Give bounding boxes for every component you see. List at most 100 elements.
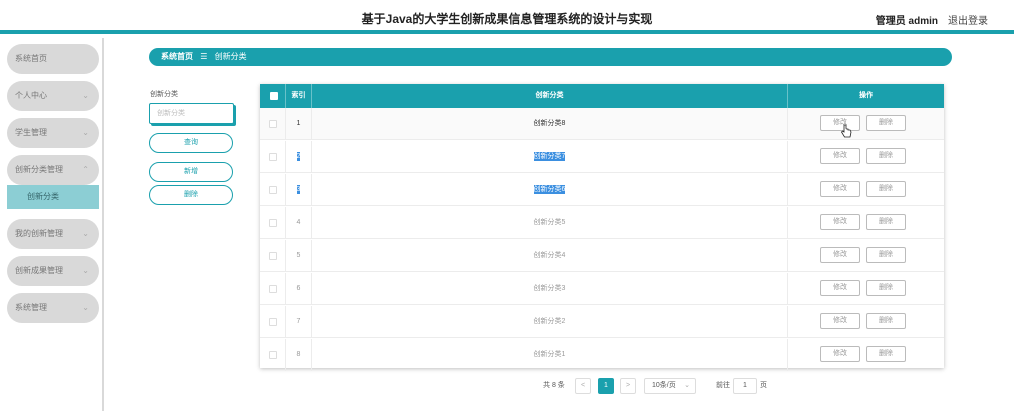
chevron-down-icon: ⌄ [82,266,89,275]
row-checkbox[interactable] [269,120,277,128]
search-label: 创新分类 [150,91,178,98]
edit-button[interactable]: 修改 [820,346,860,362]
table-row: 4 创新分类5 修改 删除 [260,207,944,239]
row-category: 创新分类5 [312,207,788,239]
breadcrumb-current: 创新分类 [214,52,247,61]
edit-button[interactable]: 修改 [820,280,860,296]
header-actions: 操作 [859,92,873,99]
row-actions: 修改 删除 [788,174,944,206]
select-all-checkbox[interactable] [270,92,278,100]
sidebar-item-category-management[interactable]: 创新分类管理 ⌃ [7,155,99,185]
breadcrumb: 系统首页 ☰ 创新分类 [149,48,952,66]
row-category-cell: 创新分类6 [312,174,788,206]
add-button[interactable]: 新增 [149,162,233,182]
sidebar-item-label: 创新成果管理 [15,266,63,275]
row-select-cell [260,207,286,239]
chevron-down-icon: ⌄ [684,382,690,389]
row-checkbox[interactable] [269,153,277,161]
sidebar-item-students[interactable]: 学生管理 ⌄ [7,118,99,148]
row-select-cell [260,339,286,371]
chevron-down-icon: ⌄ [82,128,89,137]
row-index-cell: 3 [286,174,312,206]
row-index-cell: 2 [286,141,312,173]
delete-button[interactable]: 删除 [866,247,906,263]
query-button[interactable]: 查询 [149,133,233,153]
row-checkbox[interactable] [269,252,277,260]
table-row: 2 创新分类7 修改 删除 [260,141,944,173]
hand-cursor-icon [840,124,852,138]
delete-button[interactable]: 删除 [866,214,906,230]
row-index: 3 [296,185,301,194]
breadcrumb-home[interactable]: 系统首页 [161,52,193,61]
sidebar-item-achievements[interactable]: 创新成果管理 ⌄ [7,256,99,286]
sidebar-subitem-category[interactable]: 创新分类 [7,185,99,209]
table-row: 8 创新分类1 修改 删除 [260,339,944,371]
row-index: 2 [296,152,301,161]
page-title: 基于Java的大学生创新成果信息管理系统的设计与实现 [361,12,653,26]
row-select-cell [260,306,286,338]
table-row: 7 创新分类2 修改 删除 [260,306,944,338]
row-index: 1 [286,108,312,140]
edit-button[interactable]: 修改 [820,313,860,329]
sidebar-item-label: 个人中心 [15,91,47,100]
row-category-cell: 创新分类7 [312,141,788,173]
sidebar-item-profile[interactable]: 个人中心 ⌄ [7,81,99,111]
sidebar-item-label: 我的创新管理 [15,229,63,238]
edit-button[interactable]: 修改 [820,181,860,197]
row-checkbox[interactable] [269,186,277,194]
delete-button[interactable]: 删除 [866,280,906,296]
sidebar-item-my-innovation[interactable]: 我的创新管理 ⌄ [7,219,99,249]
row-checkbox[interactable] [269,351,277,359]
edit-button[interactable]: 修改 [820,148,860,164]
top-bar: 基于Java的大学生创新成果信息管理系统的设计与实现 管理员 admin 退出登… [0,0,1014,34]
row-select-cell [260,108,286,140]
row-checkbox[interactable] [269,219,277,227]
sidebar-item-home[interactable]: 系统首页 [7,44,99,74]
chevron-down-icon: ⌄ [82,303,89,312]
table-row: 3 创新分类6 修改 删除 [260,174,944,206]
row-category: 创新分类7 [533,152,566,161]
header-index: 索引 [286,84,312,108]
row-category: 创新分类1 [312,339,788,371]
menu-icon: ☰ [200,52,208,61]
row-category: 创新分类4 [312,240,788,272]
chevron-up-icon: ⌃ [82,165,89,174]
sidebar-item-label: 学生管理 [15,128,47,137]
sidebar-item-label: 系统管理 [15,303,47,312]
delete-button[interactable]: 删除 [866,181,906,197]
edit-button[interactable]: 修改 [820,214,860,230]
row-actions: 修改 删除 [788,141,944,173]
delete-button[interactable]: 删除 [866,148,906,164]
row-actions: 修改 删除 [788,240,944,272]
delete-button[interactable]: 删除 [866,346,906,362]
edit-button[interactable]: 修改 [820,247,860,263]
row-actions: 修改 删除 [788,108,944,140]
row-index: 8 [286,339,312,371]
row-category: 创新分类3 [312,273,788,305]
goto-page-input[interactable]: 1 [733,378,757,394]
user-label: 管理员 admin [875,16,938,27]
logout-link[interactable]: 退出登录 [948,12,988,27]
search-input[interactable] [149,103,234,124]
page-1-button[interactable]: 1 [598,378,614,394]
page-size-select[interactable]: 10条/页 ⌄ [644,378,696,394]
row-actions: 修改 删除 [788,306,944,338]
sidebar-item-system[interactable]: 系统管理 ⌄ [7,293,99,323]
batch-delete-button[interactable]: 删除 [149,185,233,205]
header-select-cell [260,84,286,108]
table-header: 索引 创新分类 操作 [260,84,944,108]
row-index: 7 [286,306,312,338]
sidebar-item-label: 系统首页 [15,54,47,63]
next-page-button[interactable]: > [620,378,636,394]
row-select-cell [260,240,286,272]
row-index: 5 [286,240,312,272]
prev-page-button[interactable]: < [575,378,591,394]
row-index: 6 [286,273,312,305]
row-checkbox[interactable] [269,285,277,293]
delete-button[interactable]: 删除 [866,313,906,329]
row-actions: 修改 删除 [788,273,944,305]
row-category: 创新分类2 [312,306,788,338]
page-size-value: 10条/页 [652,382,676,389]
row-checkbox[interactable] [269,318,277,326]
delete-button[interactable]: 删除 [866,115,906,131]
